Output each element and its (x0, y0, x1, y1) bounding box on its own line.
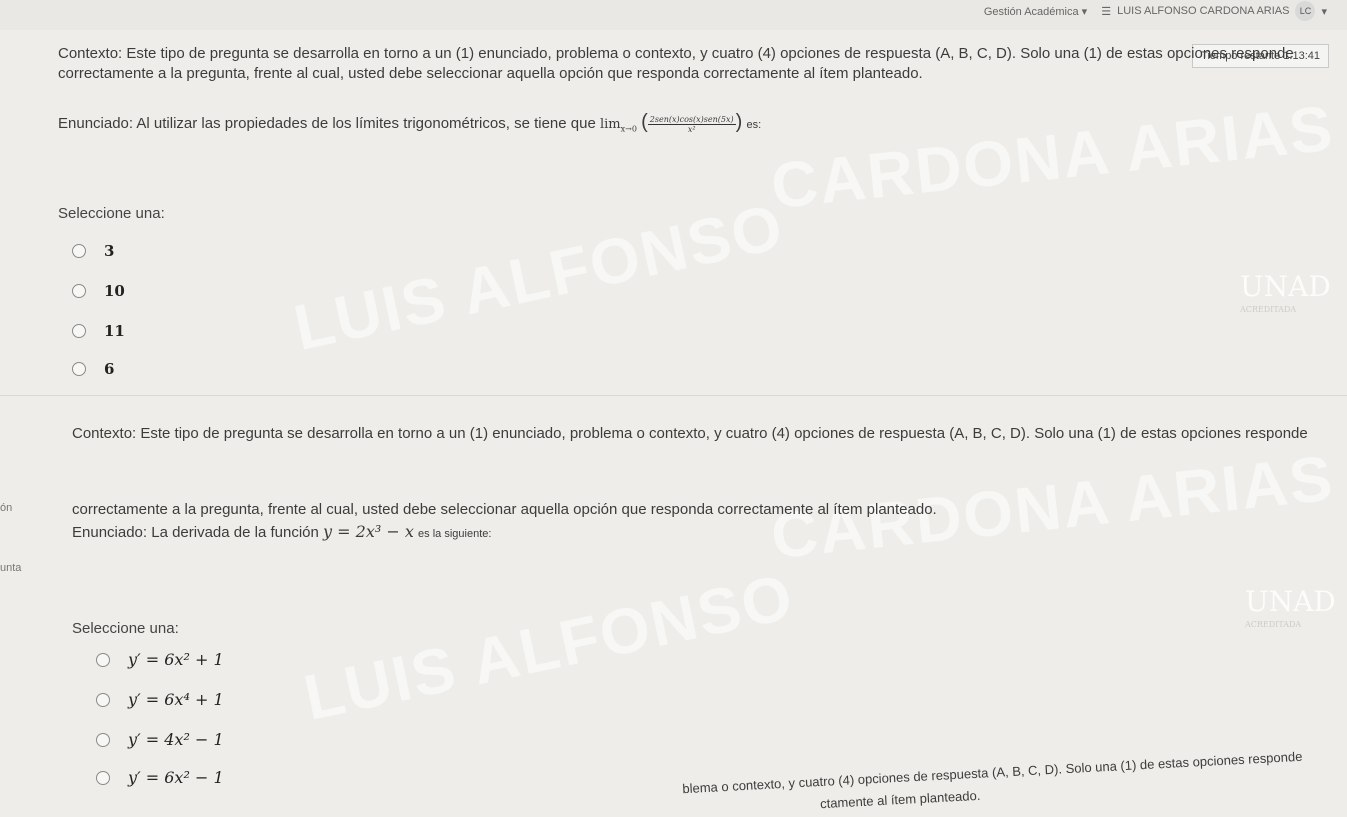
radio-button[interactable] (96, 770, 110, 785)
q1-statement: Enunciado: Al utilizar las propiedades d… (58, 111, 762, 134)
limit-fraction: 2sen(x)cos(x)sen(5x) x² (647, 114, 736, 134)
user-menu[interactable]: ☰ LUIS ALFONSO CARDONA ARIAS LC ▾ (1101, 1, 1327, 21)
q2-select-label: Seleccione una: (72, 620, 179, 637)
q1-option-d[interactable]: 6 (72, 360, 114, 378)
avatar: LC (1295, 1, 1316, 21)
q2-statement: Enunciado: La derivada de la función y =… (72, 522, 492, 541)
function-expression: y = 2x³ − x (323, 522, 414, 541)
q2-context-line1: Contexto: Este tipo de pregunta se desar… (72, 425, 1308, 442)
side-label-2: unta (0, 562, 22, 574)
q1-option-c[interactable]: 11 (72, 322, 125, 340)
q2-option-c[interactable]: y′ = 4x² − 1 (96, 730, 224, 749)
top-bar: Gestión Académica ▾ ☰ LUIS ALFONSO CARDO… (0, 0, 1347, 22)
q2-option-b[interactable]: y′ = 6x⁴ + 1 (96, 690, 224, 709)
q1-option-a[interactable]: 3 (72, 242, 114, 260)
radio-button[interactable] (72, 244, 86, 258)
radio-button[interactable] (96, 732, 110, 747)
radio-button[interactable] (72, 284, 86, 298)
unad-logo: UNAD ACREDITADA (1240, 270, 1331, 314)
q1-context-line1: Contexto: Este tipo de pregunta se desar… (58, 45, 1294, 62)
chevron-down-icon: ▾ (1321, 5, 1327, 18)
q1-select-label: Seleccione una: (58, 205, 165, 222)
side-label-1: ón (0, 502, 13, 514)
user-name: LUIS ALFONSO CARDONA ARIAS (1117, 5, 1290, 17)
q1-context-line2: correctamente a la pregunta, frente al c… (58, 65, 923, 82)
q2-option-a[interactable]: y′ = 6x² + 1 (96, 650, 224, 669)
radio-button[interactable] (96, 692, 110, 707)
radio-button[interactable] (96, 652, 110, 667)
radio-button[interactable] (72, 362, 86, 376)
q2-context-line2: correctamente a la pregunta, frente al c… (72, 501, 937, 518)
limit-expression: limx→0 (599, 117, 637, 134)
radio-button[interactable] (72, 324, 86, 338)
academic-menu[interactable]: Gestión Académica ▾ (984, 5, 1087, 18)
q1-option-b[interactable]: 10 (72, 282, 125, 300)
q2-option-d[interactable]: y′ = 6x² − 1 (96, 768, 224, 787)
user-icon: ☰ (1101, 5, 1112, 18)
unad-logo-2: UNAD ACREDITADA (1245, 585, 1336, 629)
